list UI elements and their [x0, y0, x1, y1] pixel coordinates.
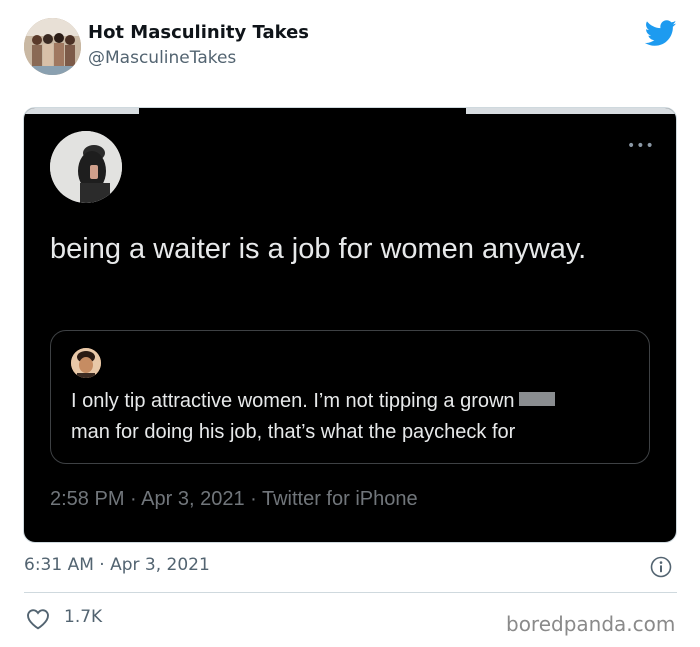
- watermark: boredpanda.com: [506, 612, 676, 636]
- twitter-bird-icon[interactable]: [645, 20, 677, 47]
- divider: [24, 592, 677, 593]
- profile-avatar[interactable]: [24, 18, 81, 75]
- tweet-screenshot-image: ••• being a waiter is a job for women an…: [23, 107, 677, 543]
- screenshot-edge: [24, 108, 139, 114]
- quoted-tweet-text: I only tip attractive women. I’m not tip…: [71, 386, 631, 448]
- display-name[interactable]: Hot Masculinity Takes: [88, 22, 309, 43]
- quoted-tweet: I only tip attractive women. I’m not tip…: [50, 330, 650, 464]
- screenshot-meta: 2:58 PM · Apr 3, 2021 · Twitter for iPho…: [50, 488, 418, 510]
- tweet-timestamp[interactable]: 6:31 AM · Apr 3, 2021: [24, 555, 210, 575]
- tweet-header: Hot Masculinity Takes @MasculineTakes: [0, 0, 700, 100]
- quoted-avatar: [71, 348, 101, 378]
- user-handle[interactable]: @MasculineTakes: [88, 48, 236, 68]
- more-options-icon: •••: [627, 138, 655, 154]
- screenshot-avatar: [50, 131, 122, 203]
- quoted-text-line2: man for doing his job, that’s what the p…: [71, 421, 516, 443]
- like-count[interactable]: 1.7K: [64, 607, 102, 627]
- redaction-bar: [518, 392, 555, 406]
- screenshot-edge: [466, 108, 676, 114]
- quoted-text-line1: I only tip attractive women. I’m not tip…: [71, 390, 515, 412]
- heart-icon[interactable]: [26, 608, 50, 630]
- info-icon[interactable]: [650, 556, 672, 578]
- screenshot-tweet-text: being a waiter is a job for women anyway…: [50, 233, 587, 265]
